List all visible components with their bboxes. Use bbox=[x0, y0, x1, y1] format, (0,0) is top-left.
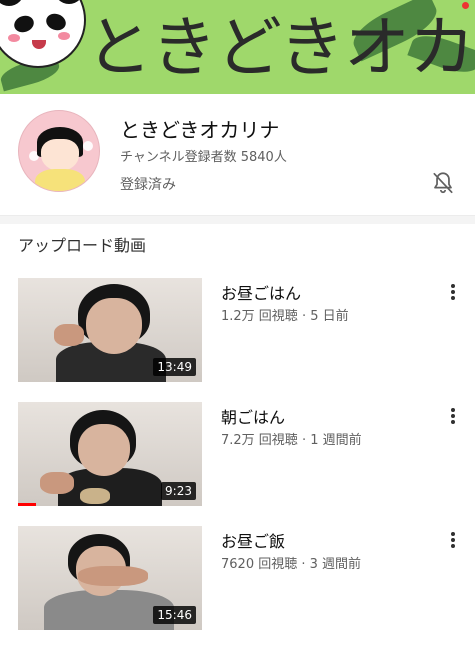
banner-title: ときどきオカリナ bbox=[86, 9, 475, 86]
subscriber-count: チャンネル登録者数 5840人 bbox=[120, 150, 287, 165]
video-title[interactable]: お昼ごはん bbox=[221, 280, 301, 304]
section-title: アップロード動画 bbox=[18, 236, 147, 255]
watch-progress-bar bbox=[18, 503, 37, 506]
video-thumbnail[interactable]: 13:49 bbox=[18, 278, 202, 382]
channel-page: ときどきオカリナ ときどきオカリナ チャンネル登録者数 5840人 登録済み bbox=[0, 0, 475, 646]
channel-avatar[interactable] bbox=[18, 110, 100, 192]
video-meta: 7620 回視聴 · 3 週間前 bbox=[221, 557, 362, 572]
section-divider bbox=[0, 216, 475, 224]
more-vert-icon[interactable] bbox=[445, 282, 461, 304]
video-thumbnail[interactable]: 9:23 bbox=[18, 402, 202, 506]
notification-dot-icon bbox=[462, 2, 469, 9]
channel-name: ときどきオカリナ bbox=[120, 118, 280, 142]
more-vert-icon[interactable] bbox=[445, 406, 461, 428]
channel-banner: ときどきオカリナ bbox=[0, 0, 475, 94]
video-duration: 9:23 bbox=[161, 482, 196, 500]
more-vert-icon[interactable] bbox=[445, 530, 461, 552]
video-duration: 15:46 bbox=[153, 606, 196, 624]
panda-mascot-icon bbox=[0, 0, 86, 68]
video-item[interactable]: 13:49 お昼ごはん 1.2万 回視聴 · 5 日前 bbox=[0, 278, 475, 388]
video-title[interactable]: 朝ごはん bbox=[221, 404, 285, 428]
video-meta: 1.2万 回視聴 · 5 日前 bbox=[221, 309, 349, 324]
video-meta: 7.2万 回視聴 · 1 週間前 bbox=[221, 433, 362, 448]
video-item[interactable]: 9:23 朝ごはん 7.2万 回視聴 · 1 週間前 bbox=[0, 402, 475, 512]
video-duration: 13:49 bbox=[153, 358, 196, 376]
video-title[interactable]: お昼ご飯 bbox=[221, 528, 285, 552]
subscribed-button[interactable]: 登録済み bbox=[120, 174, 176, 194]
video-thumbnail[interactable]: 15:46 bbox=[18, 526, 202, 630]
bell-off-icon[interactable] bbox=[430, 170, 456, 196]
video-item[interactable]: 15:46 お昼ご飯 7620 回視聴 · 3 週間前 bbox=[0, 526, 475, 636]
channel-header: ときどきオカリナ チャンネル登録者数 5840人 登録済み bbox=[0, 94, 475, 216]
